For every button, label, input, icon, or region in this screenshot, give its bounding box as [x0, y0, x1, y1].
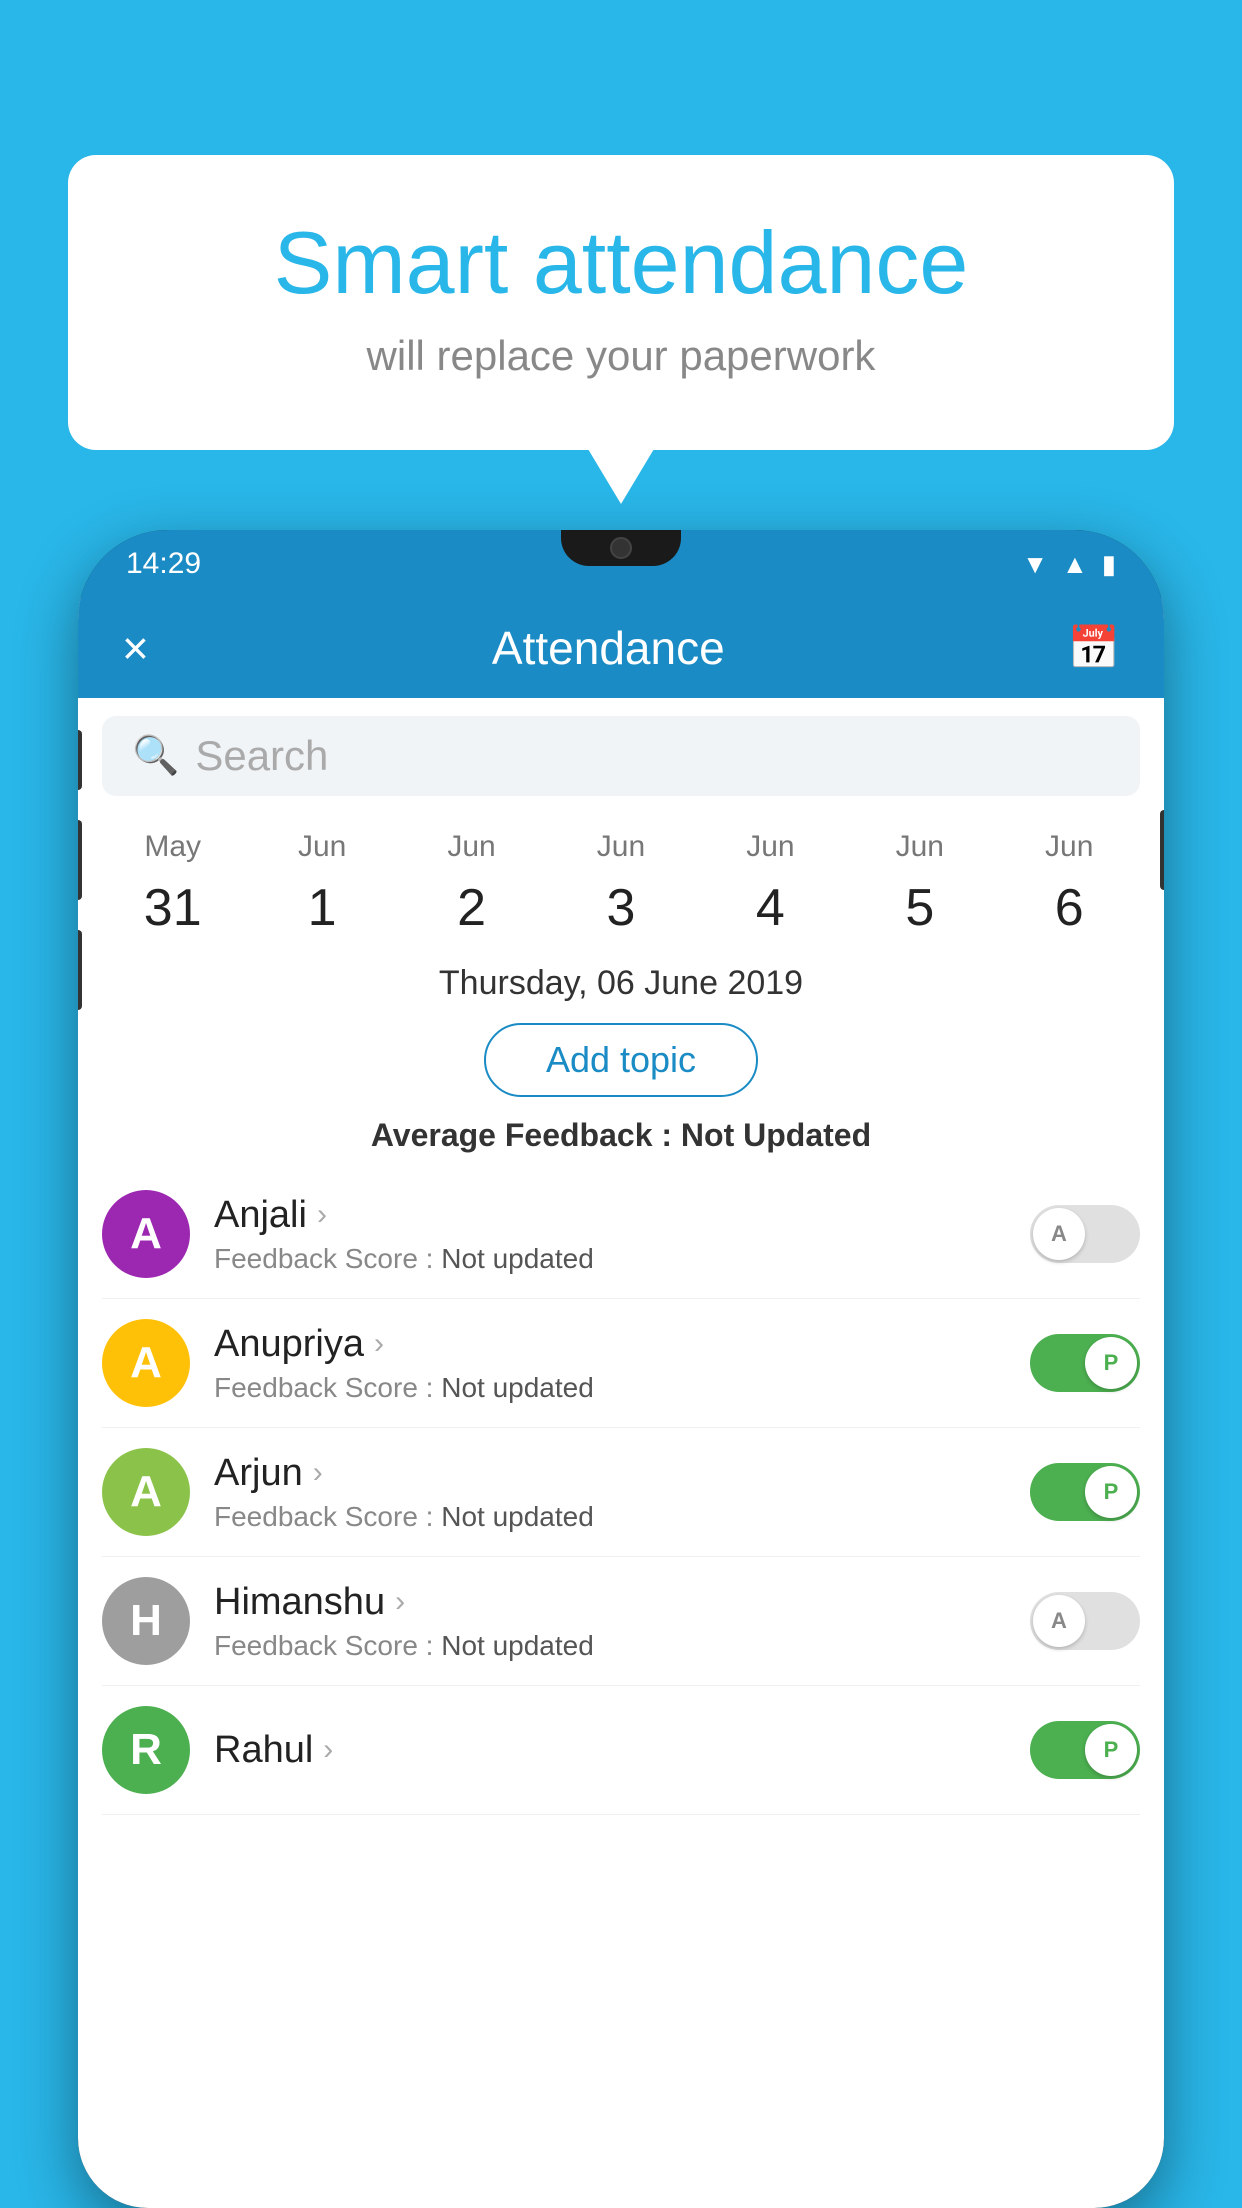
add-topic-button[interactable]: Add topic	[484, 1023, 758, 1097]
day-1[interactable]: 1	[262, 870, 382, 946]
month-1: Jun	[262, 824, 382, 870]
phone-content: × Attendance 📅 🔍 Search May 31 Jun 1	[78, 598, 1164, 2208]
attendance-toggle-anupriya[interactable]: P	[1030, 1334, 1140, 1392]
status-icons: ▼ ▲ ▮	[1022, 549, 1116, 580]
calendar-months-row: May 31 Jun 1 Jun 2 Jun 3 Jun 4	[78, 814, 1164, 946]
student-feedback-himanshu: Feedback Score : Not updated	[214, 1630, 1006, 1662]
search-placeholder: Search	[195, 732, 328, 780]
cal-col-1: Jun 1	[262, 824, 382, 946]
avg-feedback: Average Feedback : Not Updated	[78, 1107, 1164, 1170]
day-5[interactable]: 5	[860, 870, 980, 946]
toggle-knob-arjun: P	[1085, 1466, 1137, 1518]
bubble-subtitle: will replace your paperwork	[148, 332, 1094, 380]
student-item: H Himanshu › Feedback Score : Not update…	[102, 1557, 1140, 1686]
cal-col-5: Jun 5	[860, 824, 980, 946]
search-icon: 🔍	[132, 734, 179, 778]
student-feedback-arjun: Feedback Score : Not updated	[214, 1501, 1006, 1533]
student-info-arjun: Arjun › Feedback Score : Not updated	[214, 1452, 1006, 1533]
student-info-anupriya: Anupriya › Feedback Score : Not updated	[214, 1323, 1006, 1404]
month-6: Jun	[1009, 824, 1129, 870]
student-name-rahul[interactable]: Rahul ›	[214, 1729, 1006, 1772]
cal-col-6: Jun 6	[1009, 824, 1129, 946]
chevron-icon: ›	[317, 1198, 327, 1232]
calendar-icon[interactable]: 📅	[1068, 624, 1120, 673]
attendance-toggle-himanshu[interactable]: A	[1030, 1592, 1140, 1650]
day-2[interactable]: 2	[412, 870, 532, 946]
student-feedback-anupriya: Feedback Score : Not updated	[214, 1372, 1006, 1404]
phone-frame: 14:29 ▼ ▲ ▮ × Attendance 📅 🔍 Search	[78, 530, 1164, 2208]
camera	[610, 537, 632, 559]
day-4[interactable]: 4	[710, 870, 830, 946]
student-list: A Anjali › Feedback Score : Not updated …	[78, 1170, 1164, 1815]
student-info-anjali: Anjali › Feedback Score : Not updated	[214, 1194, 1006, 1275]
speech-bubble: Smart attendance will replace your paper…	[68, 155, 1174, 450]
student-name-anupriya[interactable]: Anupriya ›	[214, 1323, 1006, 1366]
month-0: May	[113, 824, 233, 870]
student-item: A Anjali › Feedback Score : Not updated …	[102, 1170, 1140, 1299]
toggle-rahul[interactable]: P	[1030, 1721, 1140, 1779]
day-3[interactable]: 3	[561, 870, 681, 946]
volume-down-button	[78, 930, 82, 1010]
student-name-himanshu[interactable]: Himanshu ›	[214, 1581, 1006, 1624]
avatar-anupriya: A	[102, 1319, 190, 1407]
bubble-title: Smart attendance	[148, 215, 1094, 312]
toggle-knob-anjali: A	[1033, 1208, 1085, 1260]
toggle-anupriya[interactable]: P	[1030, 1334, 1140, 1392]
avg-feedback-label: Average Feedback :	[371, 1117, 672, 1153]
toggle-knob-himanshu: A	[1033, 1595, 1085, 1647]
student-feedback-anjali: Feedback Score : Not updated	[214, 1243, 1006, 1275]
student-name-anjali[interactable]: Anjali ›	[214, 1194, 1006, 1237]
volume-up-button	[78, 820, 82, 900]
avg-feedback-value: Not Updated	[681, 1117, 871, 1153]
toggle-himanshu[interactable]: A	[1030, 1592, 1140, 1650]
cal-col-4: Jun 4	[710, 824, 830, 946]
close-button[interactable]: ×	[122, 621, 149, 675]
app-title: Attendance	[492, 621, 725, 675]
avatar-himanshu: H	[102, 1577, 190, 1665]
toggle-anjali[interactable]: A	[1030, 1205, 1140, 1263]
avatar-arjun: A	[102, 1448, 190, 1536]
search-bar[interactable]: 🔍 Search	[102, 716, 1140, 796]
toggle-knob-anupriya: P	[1085, 1337, 1137, 1389]
student-name-arjun[interactable]: Arjun ›	[214, 1452, 1006, 1495]
toggle-knob-rahul: P	[1085, 1724, 1137, 1776]
month-2: Jun	[412, 824, 532, 870]
student-item: R Rahul › P	[102, 1686, 1140, 1815]
status-time: 14:29	[126, 547, 201, 581]
day-0[interactable]: 31	[113, 870, 233, 946]
app-header: × Attendance 📅	[78, 598, 1164, 698]
month-4: Jun	[710, 824, 830, 870]
selected-date: Thursday, 06 June 2019	[78, 946, 1164, 1013]
student-item: A Anupriya › Feedback Score : Not update…	[102, 1299, 1140, 1428]
attendance-toggle-anjali[interactable]: A	[1030, 1205, 1140, 1263]
month-3: Jun	[561, 824, 681, 870]
student-item: A Arjun › Feedback Score : Not updated P	[102, 1428, 1140, 1557]
chevron-icon: ›	[313, 1456, 323, 1490]
month-5: Jun	[860, 824, 980, 870]
toggle-arjun[interactable]: P	[1030, 1463, 1140, 1521]
cal-col-2: Jun 2	[412, 824, 532, 946]
status-bar: 14:29 ▼ ▲ ▮	[78, 530, 1164, 598]
avatar-rahul: R	[102, 1706, 190, 1794]
attendance-toggle-arjun[interactable]: P	[1030, 1463, 1140, 1521]
power-button	[1160, 810, 1164, 890]
signal-icon: ▲	[1062, 549, 1088, 580]
avatar-anjali: A	[102, 1190, 190, 1278]
cal-col-3: Jun 3	[561, 824, 681, 946]
background: Smart attendance will replace your paper…	[0, 0, 1242, 2208]
battery-icon: ▮	[1102, 549, 1116, 580]
day-6[interactable]: 6	[1009, 870, 1129, 946]
mute-button	[78, 730, 82, 790]
attendance-toggle-rahul[interactable]: P	[1030, 1721, 1140, 1779]
cal-col-0: May 31	[113, 824, 233, 946]
student-info-rahul: Rahul ›	[214, 1729, 1006, 1772]
chevron-icon: ›	[395, 1585, 405, 1619]
chevron-icon: ›	[323, 1733, 333, 1767]
wifi-icon: ▼	[1022, 549, 1048, 580]
phone-notch	[561, 530, 681, 566]
chevron-icon: ›	[374, 1327, 384, 1361]
student-info-himanshu: Himanshu › Feedback Score : Not updated	[214, 1581, 1006, 1662]
